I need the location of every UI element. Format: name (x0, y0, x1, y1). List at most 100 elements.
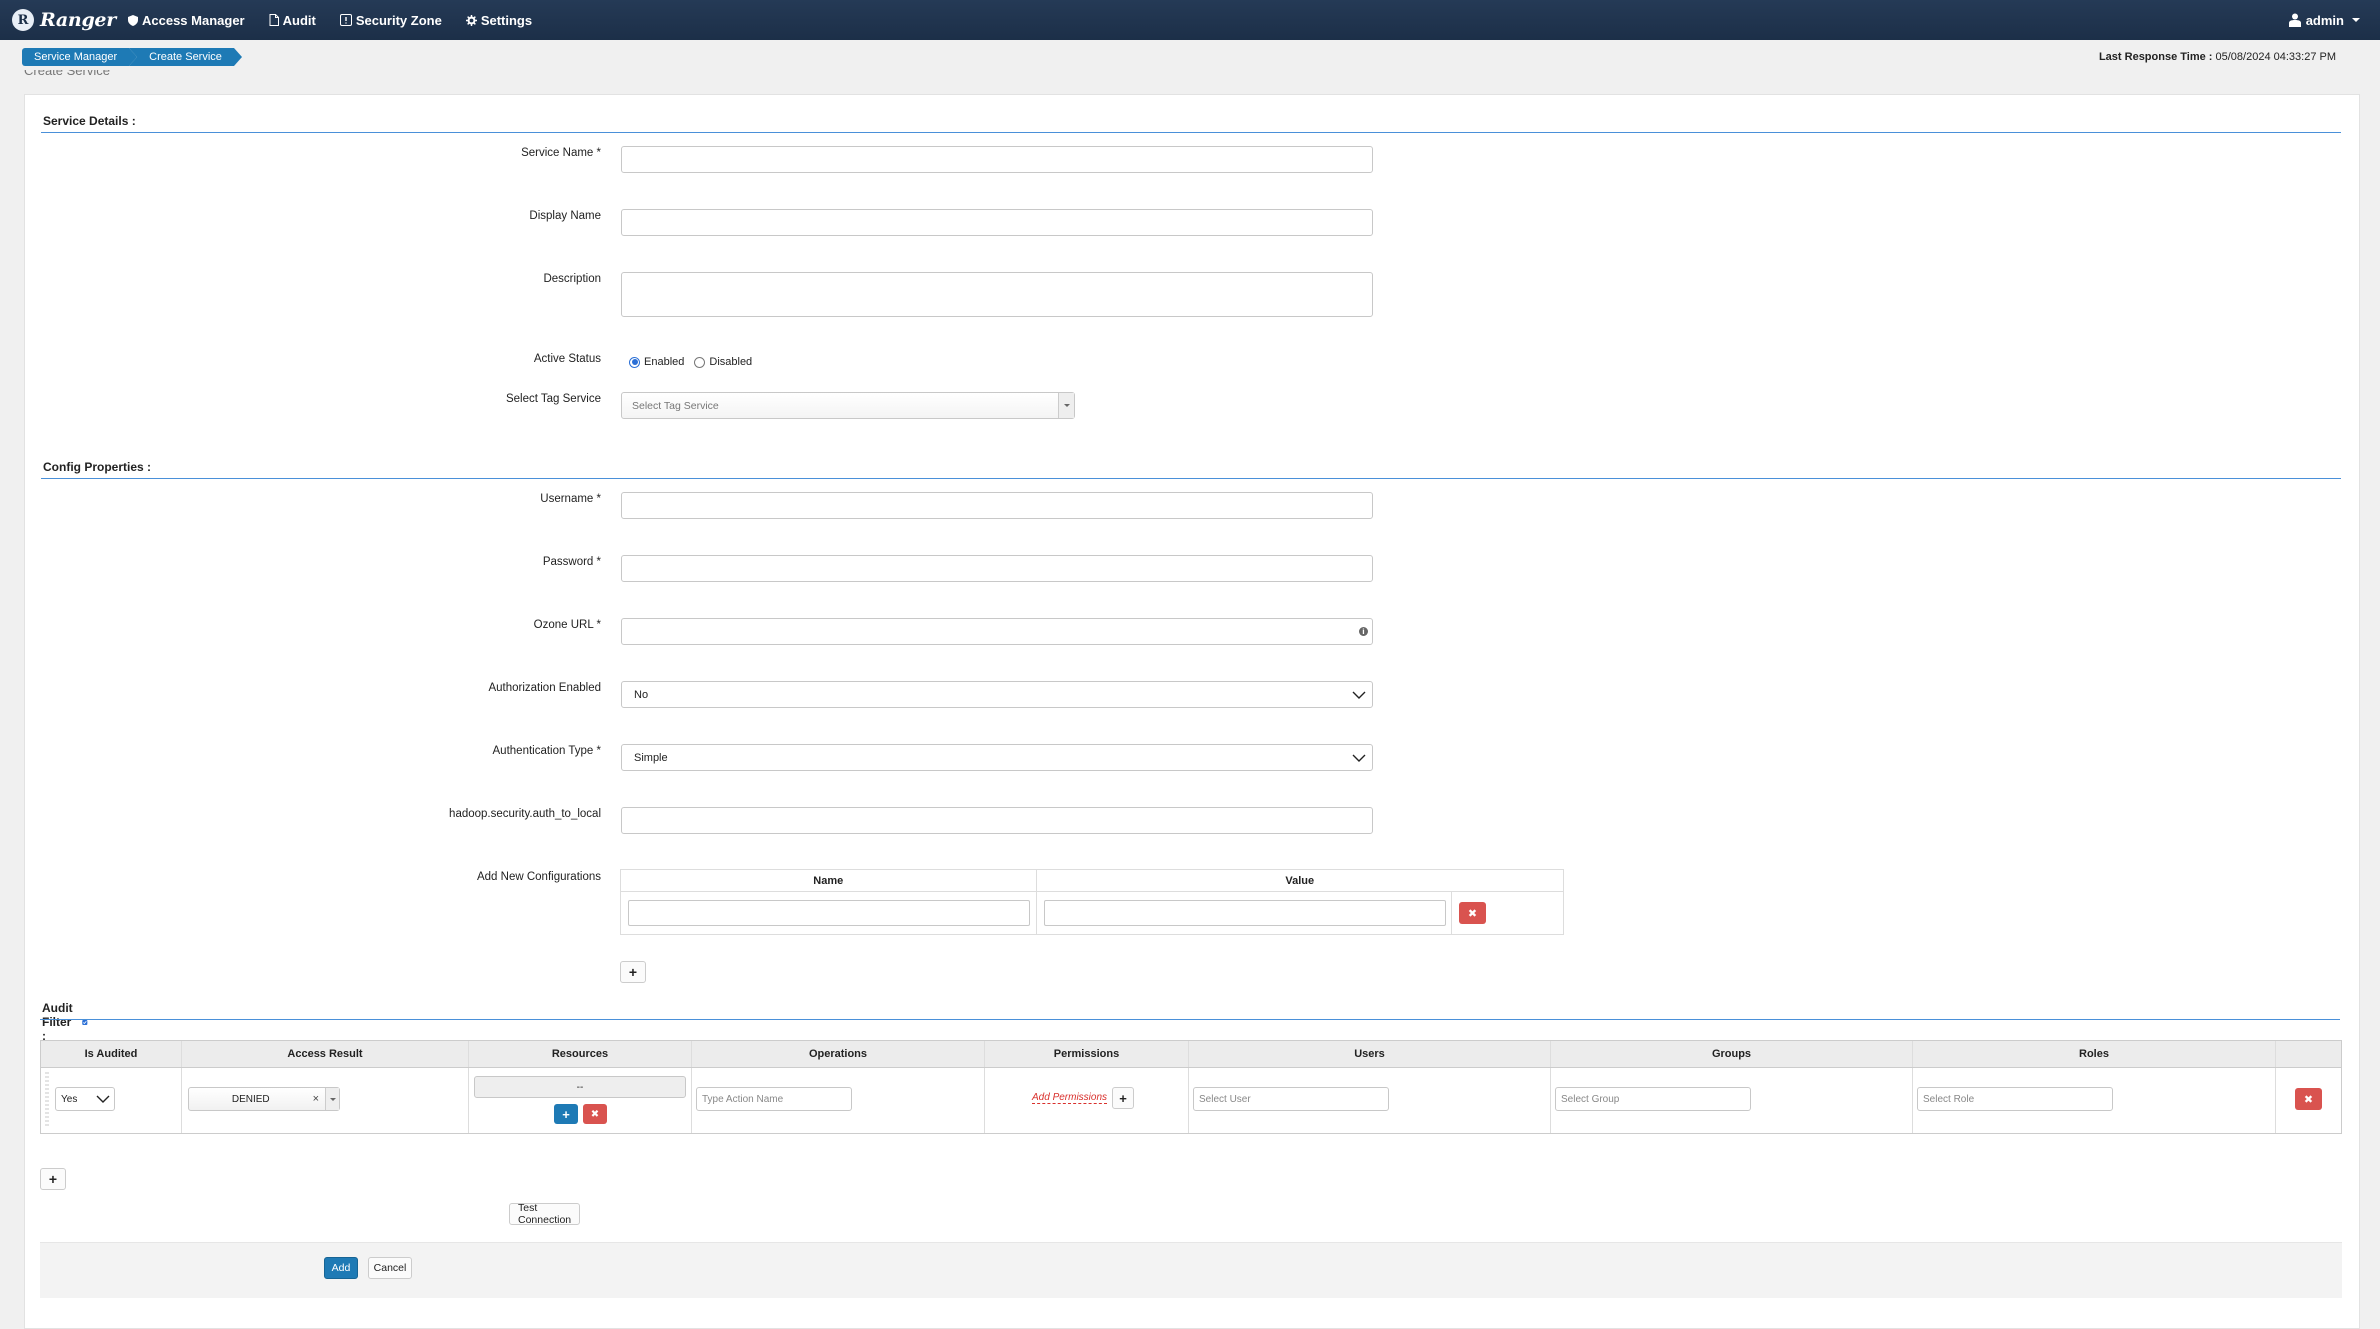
authorization-enabled-select[interactable]: No (621, 681, 1373, 708)
nav-settings[interactable]: Settings (454, 0, 544, 40)
add-permissions-link[interactable]: Add Permissions (1032, 1092, 1108, 1104)
enabled-radio[interactable]: Enabled (629, 356, 684, 368)
delete-audit-row-button[interactable]: ✖ (2295, 1088, 2322, 1110)
service-name-field[interactable] (621, 146, 1373, 173)
radio-unchecked-icon (694, 356, 706, 368)
select-group-input[interactable]: Select Group (1555, 1087, 1751, 1111)
service-name-input[interactable] (622, 147, 1372, 172)
chevron-down-icon (1352, 754, 1366, 762)
config-action-cell: ✖ (1452, 892, 1563, 934)
add-config-row-button[interactable]: + (620, 961, 646, 983)
add-resource-button[interactable]: + (554, 1104, 578, 1124)
chevron-down-icon (2352, 18, 2360, 22)
cancel-button[interactable]: Cancel (368, 1257, 412, 1279)
chevron-down-icon (329, 1097, 336, 1101)
brand-name: Ranger (40, 9, 116, 31)
resources-actions: + ✖ (554, 1104, 607, 1124)
select-role-input[interactable]: Select Role (1917, 1087, 2113, 1111)
config-name-cell (621, 892, 1037, 934)
access-result-value: DENIED (231, 1093, 270, 1105)
service-details-title: Service Details : (43, 114, 136, 128)
ozone-url-input[interactable] (622, 619, 1372, 644)
groups-cell: Select Group (1551, 1068, 1913, 1133)
column-header-groups: Groups (1551, 1041, 1913, 1067)
username-label: Username * (540, 493, 601, 505)
operations-cell: Type Action Name (692, 1068, 985, 1133)
is-audited-select[interactable]: Yes (55, 1087, 115, 1111)
access-result-select[interactable]: DENIED × (188, 1087, 340, 1111)
tag-service-select[interactable]: Select Tag Service (621, 392, 1075, 419)
gear-icon (465, 14, 477, 26)
last-response-label: Last Response Time : (2098, 51, 2213, 63)
username-field[interactable] (621, 492, 1373, 519)
authorization-enabled-value: No (634, 688, 649, 701)
test-connection-button[interactable]: Test Connection (509, 1202, 581, 1226)
nav-security-zone[interactable]: Security Zone (328, 0, 454, 40)
user-name: admin (2305, 12, 2344, 28)
ranger-logo[interactable]: R Ranger (12, 0, 116, 40)
nav-audit-label: Audit (282, 12, 316, 28)
display-name-input[interactable] (622, 210, 1372, 235)
display-name-field[interactable] (621, 209, 1373, 236)
chevron-down-icon (96, 1095, 110, 1103)
authentication-type-select[interactable]: Simple (621, 744, 1373, 771)
resources-display[interactable]: -- (474, 1076, 686, 1098)
service-name-label: Service Name * (521, 147, 601, 159)
config-value-cell (1037, 892, 1452, 934)
is-audited-cell: Yes (41, 1068, 182, 1133)
info-icon[interactable]: i (1359, 627, 1368, 636)
last-response-time: Last Response Time : 05/08/2024 04:33:27… (2099, 51, 2336, 63)
audit-filter-label: Audit Filter : (42, 1001, 73, 1043)
ozone-url-field[interactable]: i (621, 618, 1373, 645)
chevron-down-icon (1352, 691, 1366, 699)
config-name-input[interactable] (628, 900, 1030, 926)
column-header-roles: Roles (1913, 1041, 2276, 1067)
password-input[interactable] (622, 556, 1372, 581)
plus-icon: + (48, 1171, 58, 1187)
auth-to-local-field[interactable] (621, 807, 1373, 834)
roles-cell: Select Role (1913, 1068, 2276, 1133)
delete-config-row-button[interactable]: ✖ (1459, 902, 1486, 924)
section-divider (41, 478, 2341, 479)
display-name-label: Display Name (529, 210, 601, 222)
audit-filter-table: Is Audited Access Result Resources Opera… (40, 1040, 2342, 1134)
resources-cell: -- + ✖ (469, 1068, 692, 1133)
column-header-value: Value (1285, 874, 1315, 887)
dropdown-arrow[interactable] (325, 1088, 339, 1110)
clear-icon[interactable]: × (313, 1093, 319, 1105)
authorization-enabled-label: Authorization Enabled (488, 682, 601, 694)
breadcrumb-create-service[interactable]: Create Service (129, 48, 242, 66)
nav-access-manager[interactable]: Access Manager (116, 0, 257, 40)
plus-icon: + (628, 964, 638, 980)
close-icon: ✖ (2303, 1093, 2314, 1106)
close-icon: ✖ (590, 1108, 600, 1120)
dropdown-arrow[interactable] (1058, 393, 1074, 418)
active-status-radio-group: Enabled Disabled (629, 356, 762, 368)
access-result-cell: DENIED × (182, 1068, 469, 1133)
authentication-type-value: Simple (634, 751, 668, 764)
description-textarea[interactable] (621, 272, 1373, 317)
add-permissions-button[interactable]: + (1112, 1087, 1134, 1109)
auth-to-local-input[interactable] (622, 808, 1372, 833)
is-audited-value: Yes (61, 1093, 77, 1105)
config-properties-title: Config Properties : (43, 460, 152, 474)
add-button[interactable]: Add (324, 1257, 358, 1279)
remove-resource-button[interactable]: ✖ (583, 1104, 607, 1124)
user-menu[interactable]: admin (2288, 12, 2360, 28)
breadcrumb-service-manager[interactable]: Service Manager (22, 48, 138, 66)
operations-input[interactable]: Type Action Name (696, 1087, 852, 1111)
config-value-input[interactable] (1044, 900, 1446, 926)
nav-audit[interactable]: Audit (257, 0, 328, 40)
disabled-radio[interactable]: Disabled (694, 356, 752, 368)
drag-handle-icon[interactable] (45, 1072, 49, 1128)
disabled-label: Disabled (709, 356, 753, 368)
audit-filter-row: Yes DENIED × -- + ✖ Type Action Name Add… (41, 1068, 2341, 1133)
nav-settings-label: Settings (480, 12, 533, 28)
column-header-access-result: Access Result (182, 1041, 469, 1067)
select-user-input[interactable]: Select User (1193, 1087, 1389, 1111)
add-audit-row-button[interactable]: + (40, 1168, 66, 1190)
username-input[interactable] (622, 493, 1372, 518)
user-icon (2288, 13, 2301, 27)
password-field[interactable] (621, 555, 1373, 582)
permissions-cell: Add Permissions + (985, 1068, 1189, 1133)
